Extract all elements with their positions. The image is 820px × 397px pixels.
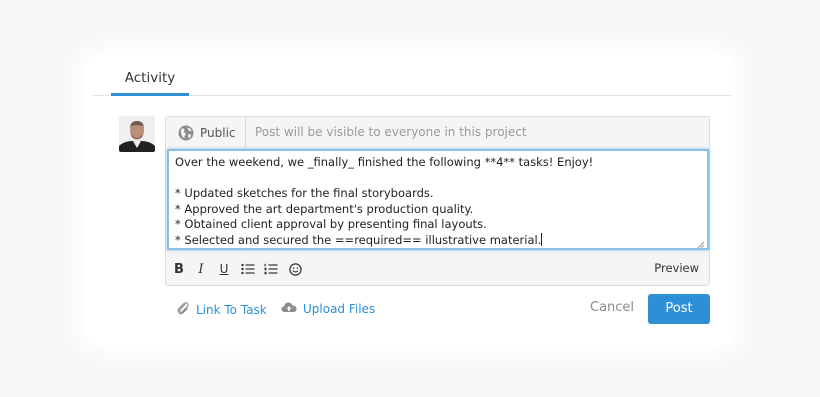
cancel-button[interactable]: Cancel — [590, 300, 634, 315]
post-text-editor[interactable]: Over the weekend, we _finally_ finished … — [167, 149, 709, 250]
visibility-selector[interactable]: Public — [166, 117, 246, 148]
visibility-hint: Post will be visible to everyone in this… — [255, 125, 527, 139]
upload-files-label: Upload Files — [303, 301, 376, 316]
link-task-button[interactable]: Link To Task — [176, 301, 267, 318]
globe-icon — [178, 125, 194, 141]
bullet-list-icon[interactable] — [240, 261, 256, 277]
bold-icon[interactable]: B — [171, 261, 187, 277]
editor-line: * Updated sketches for the final storybo… — [175, 186, 434, 200]
tab-activity[interactable]: Activity — [111, 64, 189, 96]
link-task-label: Link To Task — [196, 302, 267, 317]
paperclip-icon — [176, 301, 196, 318]
post-button[interactable]: Post — [648, 294, 710, 324]
text-cursor — [541, 232, 543, 246]
upload-files-button[interactable]: Upload Files — [281, 301, 375, 316]
tab-bar: Activity — [92, 64, 732, 96]
formatting-toolbar: B I U Preview — [166, 253, 709, 285]
preview-button[interactable]: Preview — [654, 261, 699, 275]
resize-handle-icon[interactable] — [697, 238, 705, 248]
cloud-upload-icon — [281, 301, 303, 316]
post-composer: Public Post will be visible to everyone … — [165, 116, 710, 286]
editor-line: * Obtained client approval by presenting… — [175, 217, 487, 231]
editor-line: Over the weekend, we _finally_ finished … — [175, 155, 594, 169]
composer-header: Public Post will be visible to everyone … — [166, 117, 709, 148]
emoji-icon[interactable] — [287, 261, 303, 277]
underline-icon[interactable]: U — [216, 261, 232, 277]
italic-icon[interactable]: I — [193, 261, 209, 277]
editor-line: * Approved the art department's producti… — [175, 201, 474, 216]
numbered-list-icon[interactable] — [263, 261, 279, 277]
visibility-label: Public — [200, 125, 236, 140]
avatar — [119, 116, 155, 152]
editor-line: * Selected and secured the ==required== … — [175, 232, 542, 247]
